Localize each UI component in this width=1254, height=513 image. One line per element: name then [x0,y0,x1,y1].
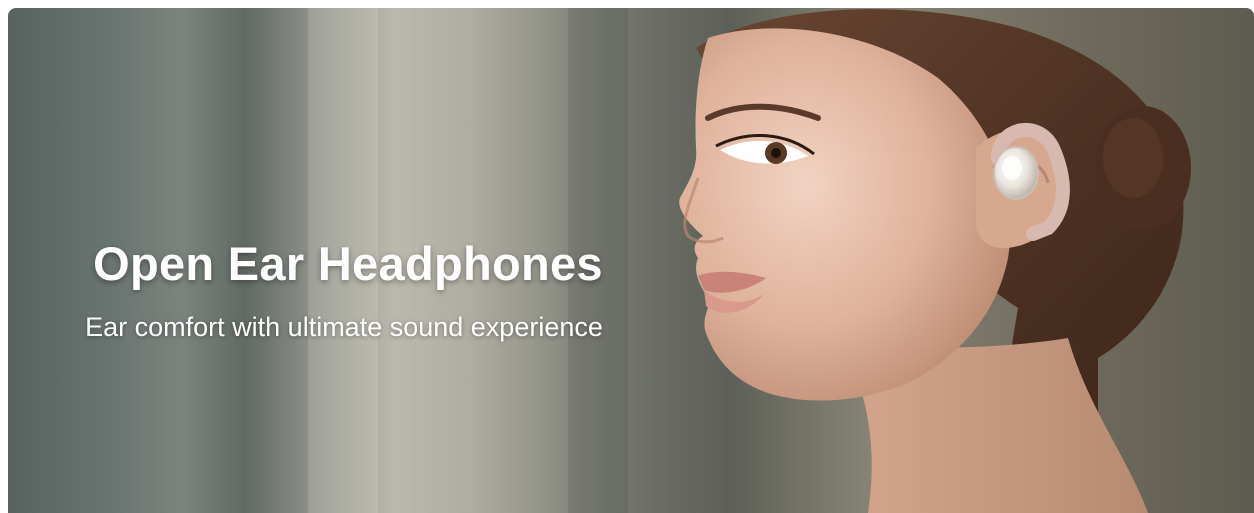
subheadline: Ear comfort with ultimate sound experien… [85,312,603,342]
headline: Open Ear Headphones [93,237,603,290]
hero-banner[interactable]: Open Ear Headphones Ear comfort with ult… [8,8,1254,513]
